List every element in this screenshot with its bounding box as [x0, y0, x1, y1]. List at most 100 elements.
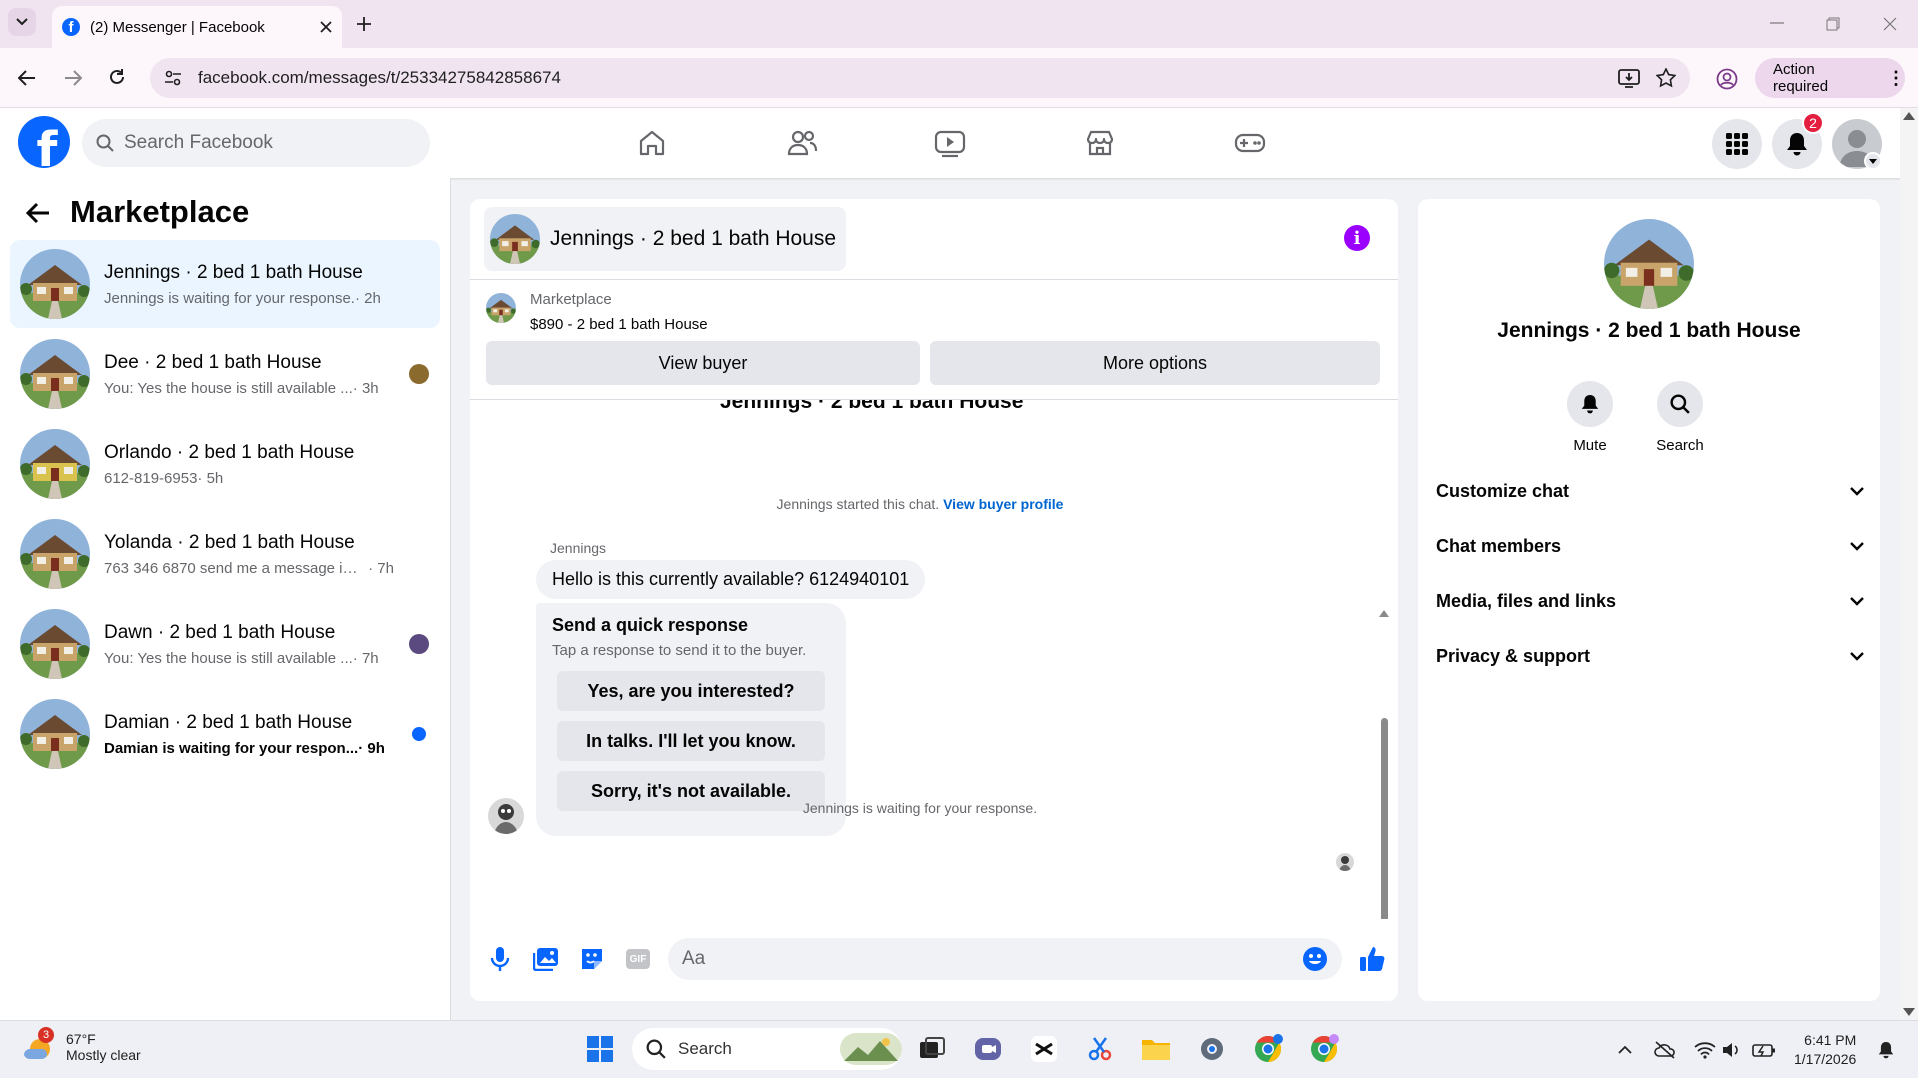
back-arrow-icon[interactable] — [18, 70, 36, 86]
forward-arrow-icon[interactable] — [64, 70, 82, 86]
bell-icon — [1787, 133, 1807, 156]
snipping-tool-icon[interactable] — [1082, 1031, 1118, 1067]
chat-header-button[interactable]: Jennings · 2 bed 1 bath House — [484, 207, 846, 271]
conversation-item[interactable]: Dawn · 2 bed 1 bath House You: Yes the ho… — [10, 600, 440, 688]
thumbs-up-icon[interactable] — [1356, 943, 1388, 975]
view-buyer-profile-link[interactable]: View buyer profile — [943, 496, 1063, 512]
notification-bell-icon[interactable] — [1878, 1041, 1894, 1059]
conversation-name: Orlando · 2 bed 1 bath House — [104, 441, 355, 463]
customize-chat-section[interactable]: Customize chat — [1436, 469, 1864, 513]
gif-icon[interactable]: GIF — [622, 943, 654, 975]
message-placeholder: Aa — [682, 948, 706, 969]
mute-button[interactable]: Mute — [1550, 381, 1630, 454]
house-photo — [486, 293, 516, 323]
site-settings-icon[interactable] — [164, 69, 182, 87]
info-icon[interactable]: i — [1344, 225, 1370, 251]
conversation-snippet: 612-819-6953 — [104, 469, 198, 487]
search-in-chat-button[interactable]: Search — [1640, 381, 1720, 454]
home-icon[interactable] — [630, 121, 674, 165]
search-icon — [96, 134, 114, 152]
close-icon[interactable] — [320, 21, 332, 33]
chat-app-icon[interactable] — [970, 1031, 1006, 1067]
menu-grid-button[interactable] — [1712, 119, 1762, 169]
conversation-time: · 7h — [352, 649, 379, 667]
action-required-button[interactable]: Action required ⋮ — [1755, 58, 1905, 98]
browser-tab[interactable]: f (2) Messenger | Facebook — [52, 6, 342, 48]
listing-avatar — [20, 699, 90, 769]
install-app-icon[interactable] — [1618, 68, 1640, 88]
clock-date: 1/17/2026 — [1794, 1051, 1857, 1067]
chat-members-section[interactable]: Chat members — [1436, 524, 1864, 568]
temperature: 67°F — [66, 1031, 96, 1047]
taskbar-search[interactable]: Search — [632, 1028, 902, 1070]
conversation-item[interactable]: Damian · 2 bed 1 bath House Damian is wai… — [10, 690, 440, 778]
conversation-item[interactable]: Jennings · 2 bed 1 bath House Jennings is… — [10, 240, 440, 328]
listing-avatar — [20, 429, 90, 499]
close-window-icon[interactable] — [1883, 17, 1897, 31]
house-photo — [20, 429, 90, 499]
photo-icon[interactable] — [530, 943, 562, 975]
conversation-name: Dawn · 2 bed 1 bath House — [104, 621, 336, 643]
media-files-links-section[interactable]: Media, files and links — [1436, 579, 1864, 623]
message-bubble[interactable]: Hello is this currently available? 61249… — [536, 560, 926, 599]
chrome-profile-icon[interactable] — [1306, 1031, 1342, 1067]
conversation-item[interactable]: Dee · 2 bed 1 bath House You: Yes the hou… — [10, 330, 440, 418]
listing-avatar[interactable] — [1604, 219, 1694, 309]
facebook-logo-icon[interactable]: f — [18, 116, 70, 168]
task-view-icon[interactable] — [914, 1031, 950, 1067]
quick-response-button[interactable]: Yes, are you interested? — [557, 671, 825, 711]
marketplace-icon[interactable] — [1078, 121, 1122, 165]
file-explorer-icon[interactable] — [1138, 1031, 1174, 1067]
profile-icon[interactable] — [1716, 68, 1738, 90]
conversation-time: · 7h — [368, 559, 394, 577]
emoji-icon[interactable] — [1302, 946, 1328, 972]
sticker-icon[interactable] — [576, 943, 608, 975]
volume-icon[interactable] — [1722, 1041, 1742, 1059]
windows-start-icon[interactable] — [582, 1031, 618, 1067]
facebook-search-input[interactable]: Search Facebook — [82, 119, 430, 167]
conversation-name: Jennings · 2 bed 1 bath House — [104, 261, 363, 283]
more-options-button[interactable]: More options — [930, 341, 1380, 385]
friends-icon[interactable] — [780, 121, 824, 165]
listing-thumbnail[interactable] — [486, 293, 516, 323]
thread-scrollbar[interactable] — [1378, 608, 1390, 919]
gif-label: GIF — [626, 949, 650, 969]
wifi-icon[interactable] — [1694, 1041, 1716, 1059]
new-tab-icon[interactable] — [356, 16, 372, 32]
minimize-icon[interactable] — [1770, 22, 1784, 24]
chevron-up-icon[interactable] — [1618, 1045, 1632, 1054]
sender-name: Jennings — [550, 540, 607, 556]
conversation-item[interactable]: Yolanda · 2 bed 1 bath House 763 346 6870… — [10, 510, 440, 598]
reload-icon[interactable] — [108, 68, 126, 86]
battery-icon[interactable] — [1752, 1041, 1776, 1059]
house-photo — [20, 519, 90, 589]
view-buyer-button[interactable]: View buyer — [486, 341, 920, 385]
conversation-item[interactable]: Orlando · 2 bed 1 bath House 612-819-6953… — [10, 420, 440, 508]
message-input[interactable]: Aa — [668, 938, 1342, 980]
chrome-icon[interactable] — [1250, 1031, 1286, 1067]
settings-gear-icon[interactable] — [1194, 1031, 1230, 1067]
account-chevron-icon[interactable] — [1864, 152, 1882, 170]
listing-price[interactable]: $890 - 2 bed 1 bath House — [530, 316, 708, 333]
weather-widget[interactable]: 3 67°F Mostly clear — [20, 1027, 141, 1065]
windows-taskbar: 3 67°F Mostly clear Search 6:41 PM 1/17/… — [0, 1020, 1918, 1078]
page-scrollbar[interactable] — [1900, 108, 1918, 1020]
cloud-offline-icon[interactable] — [1654, 1041, 1676, 1059]
weather-icon: 3 — [20, 1027, 56, 1065]
search-icon — [1670, 394, 1690, 414]
system-clock[interactable]: 6:41 PM 1/17/2026 — [1794, 1031, 1856, 1069]
restore-icon[interactable] — [1826, 17, 1840, 31]
tab-search-button[interactable] — [8, 8, 36, 36]
bookmark-star-icon[interactable] — [1656, 68, 1676, 88]
address-bar[interactable]: facebook.com/messages/t/2533427584285867… — [150, 58, 1690, 98]
quick-response-button[interactable]: In talks. I'll let you know. — [557, 721, 825, 761]
microphone-icon[interactable] — [484, 943, 516, 975]
search-icon — [646, 1039, 666, 1059]
gaming-icon[interactable] — [1228, 121, 1272, 165]
back-arrow-icon[interactable] — [26, 202, 50, 224]
privacy-support-section[interactable]: Privacy & support — [1436, 634, 1864, 678]
capcut-icon[interactable] — [1026, 1031, 1062, 1067]
video-icon[interactable] — [928, 121, 972, 165]
conversation-snippet: Damian is waiting for your respon... — [104, 739, 359, 757]
kebab-menu-icon[interactable]: ⋮ — [1887, 68, 1905, 89]
